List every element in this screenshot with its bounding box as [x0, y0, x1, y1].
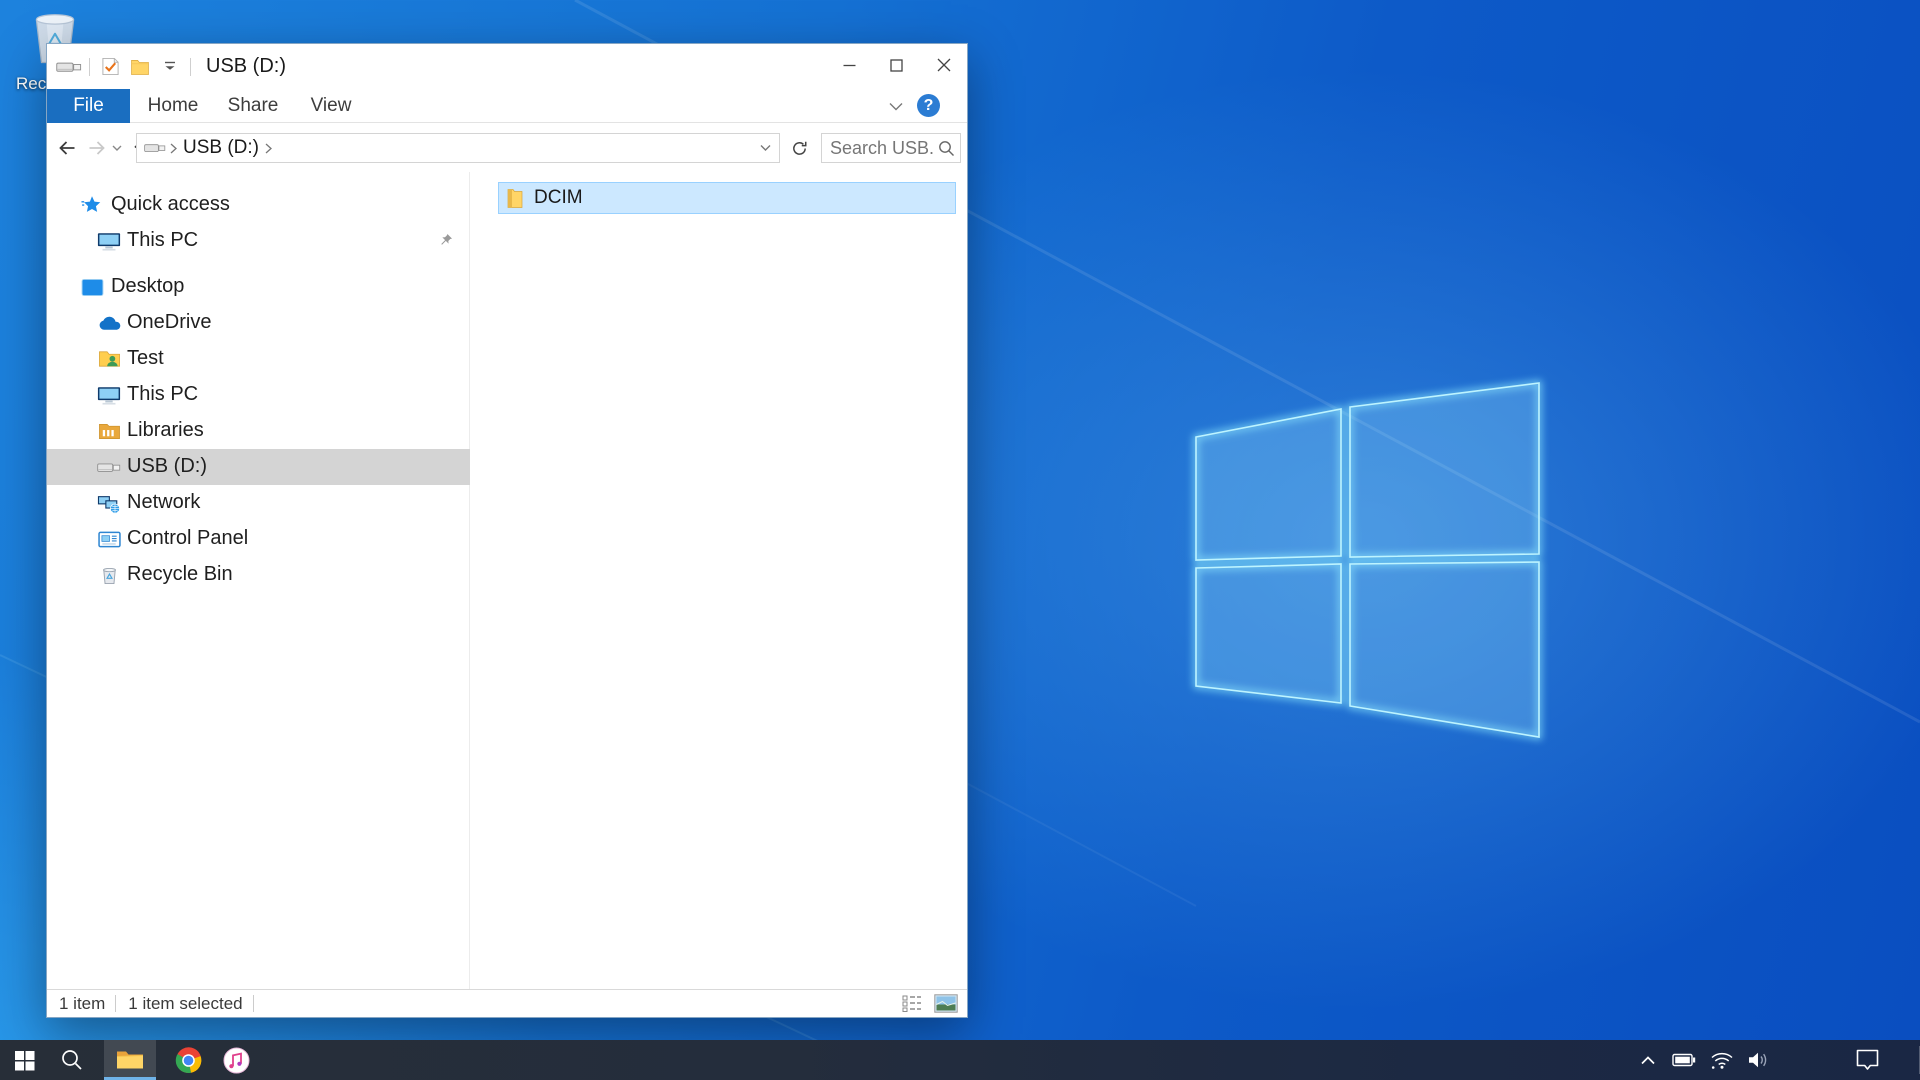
file-item-dcim[interactable]: DCIM — [498, 182, 956, 214]
view-buttons — [899, 992, 959, 1015]
navigation-toolbar: USB (D:) — [47, 124, 967, 172]
separator — [253, 995, 254, 1012]
caption-buttons — [826, 44, 967, 86]
wifi-icon — [1710, 1051, 1734, 1070]
window-title: USB (D:) — [206, 55, 286, 78]
address-bar[interactable]: USB (D:) — [136, 133, 780, 163]
usb-drive-icon[interactable] — [54, 52, 84, 82]
tab-view[interactable]: View — [301, 89, 361, 122]
start-button[interactable] — [0, 1040, 48, 1080]
pin-icon[interactable] — [438, 232, 454, 253]
taskbar — [0, 1040, 1920, 1080]
star-icon — [80, 193, 104, 217]
file-list-pane[interactable]: DCIM — [471, 172, 967, 989]
minimize-button[interactable] — [826, 44, 873, 86]
ribbon-menu-bar: File Home Share View ? — [47, 89, 967, 123]
desktop-icon — [80, 275, 104, 299]
search-icon — [60, 1048, 84, 1072]
computer-icon — [97, 229, 121, 253]
refresh-button[interactable] — [786, 136, 812, 161]
libraries-icon — [97, 419, 121, 443]
network-icon — [97, 491, 121, 515]
separator — [115, 995, 116, 1012]
selection-status: 1 item selected — [128, 994, 242, 1014]
help-label: ? — [924, 97, 934, 115]
file-name: DCIM — [534, 187, 583, 209]
quick-access-toolbar — [47, 52, 196, 82]
sidebar-item-desktop[interactable]: Desktop — [47, 269, 470, 305]
navigation-pane: Quick access This PC — [47, 172, 470, 989]
control-panel-icon — [97, 527, 121, 551]
taskbar-search-button[interactable] — [48, 1040, 96, 1080]
close-button[interactable] — [920, 44, 967, 86]
action-center-button[interactable] — [1842, 1040, 1892, 1080]
sidebar-item-recycle-bin[interactable]: Recycle Bin — [47, 557, 470, 593]
maximize-button[interactable] — [873, 44, 920, 86]
recycle-bin-icon — [97, 563, 121, 587]
computer-icon — [97, 383, 121, 407]
search-icon[interactable] — [938, 140, 955, 162]
details-view-button[interactable] — [899, 992, 925, 1015]
sidebar-item-libraries[interactable]: Libraries — [47, 413, 470, 449]
expand-ribbon-chevron-icon[interactable] — [885, 96, 907, 116]
user-folder-icon — [97, 347, 121, 371]
tray-volume-icon[interactable] — [1742, 1040, 1774, 1080]
action-center-icon — [1855, 1048, 1880, 1072]
tray-show-hidden-icons-button[interactable] — [1632, 1040, 1664, 1080]
file-explorer-icon — [115, 1048, 145, 1072]
breadcrumb-chevron-icon[interactable] — [265, 143, 272, 154]
taskbar-chrome-button[interactable] — [164, 1040, 212, 1080]
tray-wifi-icon[interactable] — [1706, 1040, 1738, 1080]
battery-icon — [1672, 1053, 1696, 1067]
chrome-icon — [175, 1047, 202, 1074]
breadcrumb-chevron-icon — [170, 143, 177, 154]
windows-logo-icon — [14, 1050, 35, 1071]
file-explorer-window: USB (D:) File Home Share View — [46, 43, 968, 1018]
separator — [190, 58, 191, 76]
speaker-icon — [1746, 1051, 1770, 1069]
sidebar-item-quick-access[interactable]: Quick access — [47, 187, 470, 223]
taskbar-file-explorer-button[interactable] — [104, 1040, 156, 1080]
title-bar: USB (D:) — [47, 44, 967, 89]
folder-icon — [506, 188, 525, 209]
large-icons-view-button[interactable] — [933, 992, 959, 1015]
sidebar-item-test-user[interactable]: Test — [47, 341, 470, 377]
sidebar-item-network[interactable]: Network — [47, 485, 470, 521]
chevron-up-icon — [1640, 1055, 1656, 1065]
sidebar-item-control-panel[interactable]: Control Panel — [47, 521, 470, 557]
folder-icon[interactable] — [125, 52, 155, 82]
itunes-icon — [223, 1047, 250, 1074]
recent-locations-chevron-icon[interactable] — [109, 133, 125, 163]
back-button[interactable] — [53, 133, 81, 163]
forward-button[interactable] — [83, 133, 111, 163]
sidebar-item-usb-drive[interactable]: USB (D:) — [47, 449, 470, 485]
usb-drive-icon — [97, 455, 121, 479]
address-history-chevron-icon[interactable] — [753, 134, 777, 162]
usb-drive-icon — [144, 142, 166, 154]
breadcrumb-drive[interactable]: USB (D:) — [183, 137, 259, 159]
item-count: 1 item — [59, 994, 105, 1014]
separator — [89, 58, 90, 76]
onedrive-cloud-icon — [97, 311, 121, 335]
sidebar-item-this-pc-2[interactable]: This PC — [47, 377, 470, 413]
desktop: Recycle Bin — [0, 0, 1920, 1080]
search-box — [821, 133, 961, 163]
tray-battery-icon[interactable] — [1668, 1040, 1700, 1080]
help-button[interactable]: ? — [917, 94, 940, 117]
tab-home[interactable]: Home — [141, 89, 205, 122]
status-bar: 1 item 1 item selected — [47, 989, 967, 1017]
checkmark-page-icon[interactable] — [95, 52, 125, 82]
sidebar-item-this-pc[interactable]: This PC — [47, 223, 470, 259]
customize-toolbar-chevron-icon[interactable] — [155, 52, 185, 82]
tab-file[interactable]: File — [47, 89, 130, 123]
sidebar-item-onedrive[interactable]: OneDrive — [47, 305, 470, 341]
tab-share[interactable]: Share — [221, 89, 285, 122]
taskbar-itunes-button[interactable] — [212, 1040, 260, 1080]
